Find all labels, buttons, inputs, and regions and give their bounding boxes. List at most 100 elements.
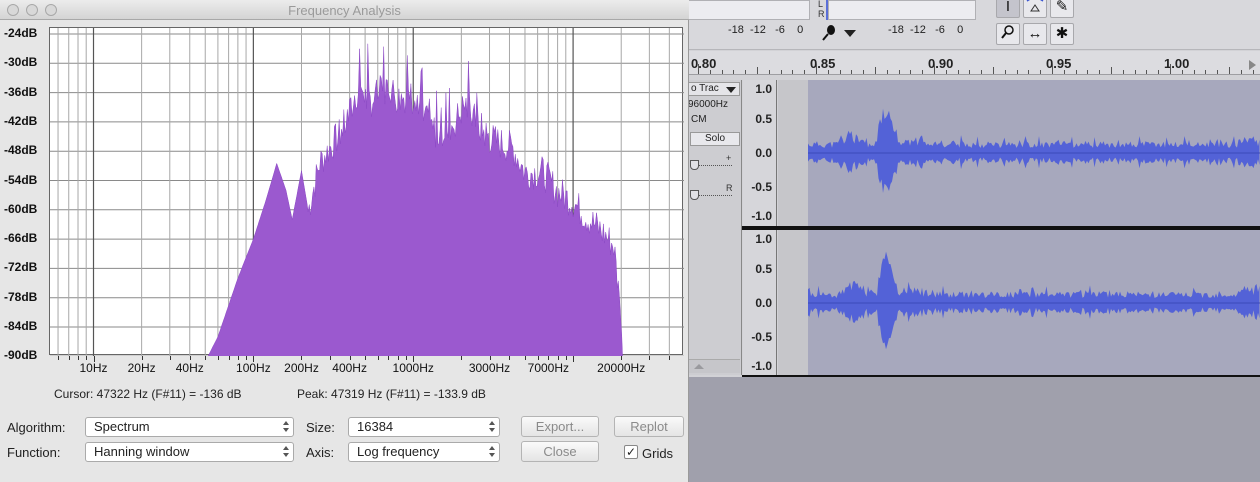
ruler-tick <box>839 70 841 74</box>
pan-slider-knob[interactable] <box>690 190 699 200</box>
ruler-tick <box>745 70 747 74</box>
waveform-left <box>808 108 1260 193</box>
vruler-bot-1: 1.0 <box>755 232 772 246</box>
x-tick-mark <box>189 356 191 360</box>
ruler-tick <box>1217 70 1219 74</box>
ruler-tick <box>1205 70 1207 74</box>
ruler-tick <box>1134 70 1136 74</box>
ruler-tick <box>922 70 924 74</box>
ruler-tick <box>1052 64 1053 74</box>
x-tick-mark <box>365 356 367 360</box>
x-tick-label: 3000Hz <box>468 361 511 375</box>
pre-audio-region <box>778 80 808 226</box>
x-tick-mark <box>329 356 331 360</box>
x-tick-label: 20000Hz <box>597 361 646 375</box>
x-tick-mark <box>537 356 539 360</box>
x-tick-mark <box>524 356 526 360</box>
ruler-tick <box>1146 70 1148 74</box>
function-select[interactable]: Hanning window <box>85 442 294 462</box>
waveform-channel-left[interactable] <box>778 80 1260 226</box>
updown-arrows-icon <box>283 421 289 433</box>
axis-select[interactable]: Log frequency <box>348 442 500 462</box>
x-tick-mark <box>301 356 303 360</box>
algorithm-select[interactable]: Spectrum <box>85 417 294 437</box>
meter-l-label: L <box>818 0 824 9</box>
x-tick-mark <box>58 356 60 360</box>
record-meter[interactable] <box>828 0 976 20</box>
x-tick-mark <box>621 356 623 360</box>
window-title: Frequency Analysis <box>288 3 401 18</box>
ruler-tick <box>1229 67 1230 74</box>
ruler-tick <box>863 70 865 74</box>
ruler-tick <box>1193 70 1195 74</box>
waveform-shape <box>808 251 1260 350</box>
y-tick-label: -90dB <box>4 348 38 363</box>
title-bar[interactable]: Frequency Analysis <box>0 0 689 20</box>
replot-button[interactable]: Replot <box>614 416 684 437</box>
ruler-tick <box>993 67 994 74</box>
timeshift-tool-icon[interactable]: ↔ <box>1023 23 1047 45</box>
updown-arrows-icon <box>283 446 289 458</box>
x-tick-label: 1000Hz <box>392 361 434 375</box>
y-tick-label: -42dB <box>4 113 38 128</box>
axis-label: Axis: <box>306 445 335 460</box>
ruler-tick <box>981 70 983 74</box>
zoom-tool-icon[interactable] <box>996 23 1020 45</box>
empty-track-area[interactable] <box>688 377 1260 482</box>
size-select[interactable]: 16384 <box>348 417 500 437</box>
vruler-bot-05: 0.5 <box>755 262 772 276</box>
gain-slider-knob[interactable] <box>690 160 699 170</box>
waveform-shape <box>808 108 1260 193</box>
ruler-tick <box>1099 70 1101 74</box>
playback-meter[interactable] <box>688 0 810 20</box>
x-tick-label: 10Hz <box>79 361 108 375</box>
ruler-tick <box>757 67 758 74</box>
ruler-tick <box>851 70 853 74</box>
track-name-menu[interactable]: o Trac <box>688 82 740 96</box>
x-tick-label: 400Hz <box>332 361 367 375</box>
close-button[interactable]: Close <box>521 441 599 462</box>
x-tick-mark <box>205 356 207 360</box>
y-tick-label: -24dB <box>4 26 38 40</box>
ruler-tick <box>780 70 782 74</box>
x-tick-mark <box>413 356 415 362</box>
play-head-marker <box>1249 60 1256 70</box>
ruler-tick <box>1252 70 1254 74</box>
ruler-label-080: 0.80 <box>691 56 717 71</box>
ruler-tick <box>1028 70 1030 74</box>
audacity-toolbar: L R -18 -12 -6 0 -18 -12 -6 0 I ✎ ↔ ✱ <box>688 0 1260 50</box>
ruler-tick <box>804 70 806 74</box>
ruler-label-085: 0.85 <box>810 56 836 71</box>
updown-arrows-icon <box>489 446 495 458</box>
x-tick-mark <box>573 356 575 362</box>
envelope-tool-icon[interactable] <box>1023 0 1047 18</box>
x-tick-mark <box>649 356 651 360</box>
export-button[interactable]: Export... <box>521 416 599 437</box>
waveform-channel-right[interactable] <box>778 230 1260 376</box>
track-control-panel: o Trac 96000Hz CM Solo + R <box>688 80 742 375</box>
vruler-bot-m05: -0.5 <box>751 330 772 344</box>
cursor-readout: Cursor: 47322 Hz (F#11) = -136 dB <box>54 387 242 401</box>
track-collapse-button[interactable] <box>688 359 740 373</box>
timeline-ruler[interactable]: 0.80 0.85 0.90 0.95 1.00 <box>688 51 1260 75</box>
ruler-tick <box>709 70 711 74</box>
x-tick-mark <box>169 356 171 360</box>
spectrum-plot[interactable] <box>49 27 684 367</box>
ruler-tick <box>1122 70 1124 74</box>
ruler-label-095: 0.95 <box>1046 56 1072 71</box>
frequency-analysis-window: Frequency Analysis -24dB -30dB -36dB -42dB -… <box>0 0 689 482</box>
track-name: o Trac <box>691 83 719 94</box>
solo-button[interactable]: Solo <box>690 132 740 146</box>
record-meter-menu-arrow[interactable] <box>844 30 856 37</box>
ruler-tick <box>934 64 935 74</box>
x-tick-mark <box>93 356 95 362</box>
multi-tool-icon[interactable]: ✱ <box>1050 23 1074 45</box>
microphone-icon[interactable] <box>820 24 838 48</box>
ruler-tick <box>1170 64 1171 74</box>
ruler-tick <box>1181 70 1183 74</box>
grids-checkbox[interactable]: ✓ <box>624 445 638 459</box>
draw-tool-icon[interactable]: ✎ <box>1050 0 1074 18</box>
x-tick-label: 100Hz <box>236 361 271 375</box>
select-tool-icon[interactable]: I <box>996 0 1020 18</box>
vruler-top-0: 0.0 <box>755 146 772 160</box>
